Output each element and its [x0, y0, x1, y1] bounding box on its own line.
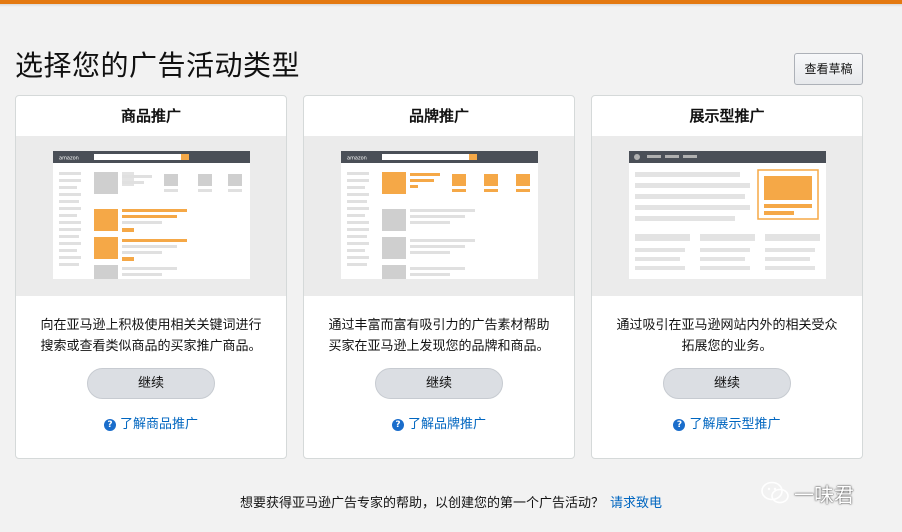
amazon-logo: amazon [347, 156, 367, 162]
request-call-link[interactable]: 请求致电 [610, 496, 662, 511]
card-sponsored-products: 商品推广 amazon 向在亚马逊上积极使用相关关键词进行 搜索或查看类似商品的… [15, 95, 287, 459]
sponsored-products-illustration: amazon [16, 136, 286, 296]
help-circle-icon: ? [391, 419, 404, 431]
help-circle-icon: ? [673, 419, 686, 431]
card-description: 通过吸引在亚马逊网站内外的相关受众 拓展您的业务。 [616, 318, 838, 354]
continue-button[interactable]: 继续 [375, 368, 503, 399]
card-sponsored-display: 展示型推广 通过吸引在亚马逊网站内外的相关受众 拓展您的业务。 继续 ? 了解展… [591, 95, 863, 459]
page-title: 选择您的广告活动类型 [15, 49, 301, 82]
amazon-logo: amazon [59, 156, 79, 162]
continue-button[interactable]: 继续 [87, 368, 215, 399]
continue-button[interactable]: 继续 [663, 368, 791, 399]
learn-more-link[interactable]: ? 了解展示型推广 [592, 413, 862, 432]
card-sponsored-brands: 品牌推广 amazon 通过丰富而富有吸引力的广告素材帮助 买家在亚马逊上发现您… [303, 95, 575, 459]
card-description: 向在亚马逊上积极使用相关关键词进行 搜索或查看类似商品的买家推广商品。 [40, 318, 262, 354]
top-bar-shadow [0, 4, 902, 7]
footer-text: 想要获得亚马逊广告专家的帮助，以创建您的第一个广告活动？ [239, 496, 604, 511]
learn-more-link[interactable]: ? 了解品牌推广 [304, 413, 574, 432]
card-title: 商品推广 [120, 107, 181, 125]
view-drafts-button[interactable]: 查看草稿 [794, 53, 863, 85]
learn-more-link[interactable]: ? 了解商品推广 [16, 413, 286, 432]
card-description: 通过丰富而富有吸引力的广告素材帮助 买家在亚马逊上发现您的品牌和商品。 [328, 318, 550, 354]
sponsored-brands-illustration: amazon [304, 136, 574, 296]
card-title: 品牌推广 [408, 107, 469, 125]
wechat-logo-icon [761, 481, 789, 504]
sponsored-display-illustration [592, 136, 862, 296]
card-title: 展示型推广 [689, 107, 765, 125]
help-circle-icon: ? [103, 419, 116, 431]
watermark: 一味君 [760, 478, 854, 508]
